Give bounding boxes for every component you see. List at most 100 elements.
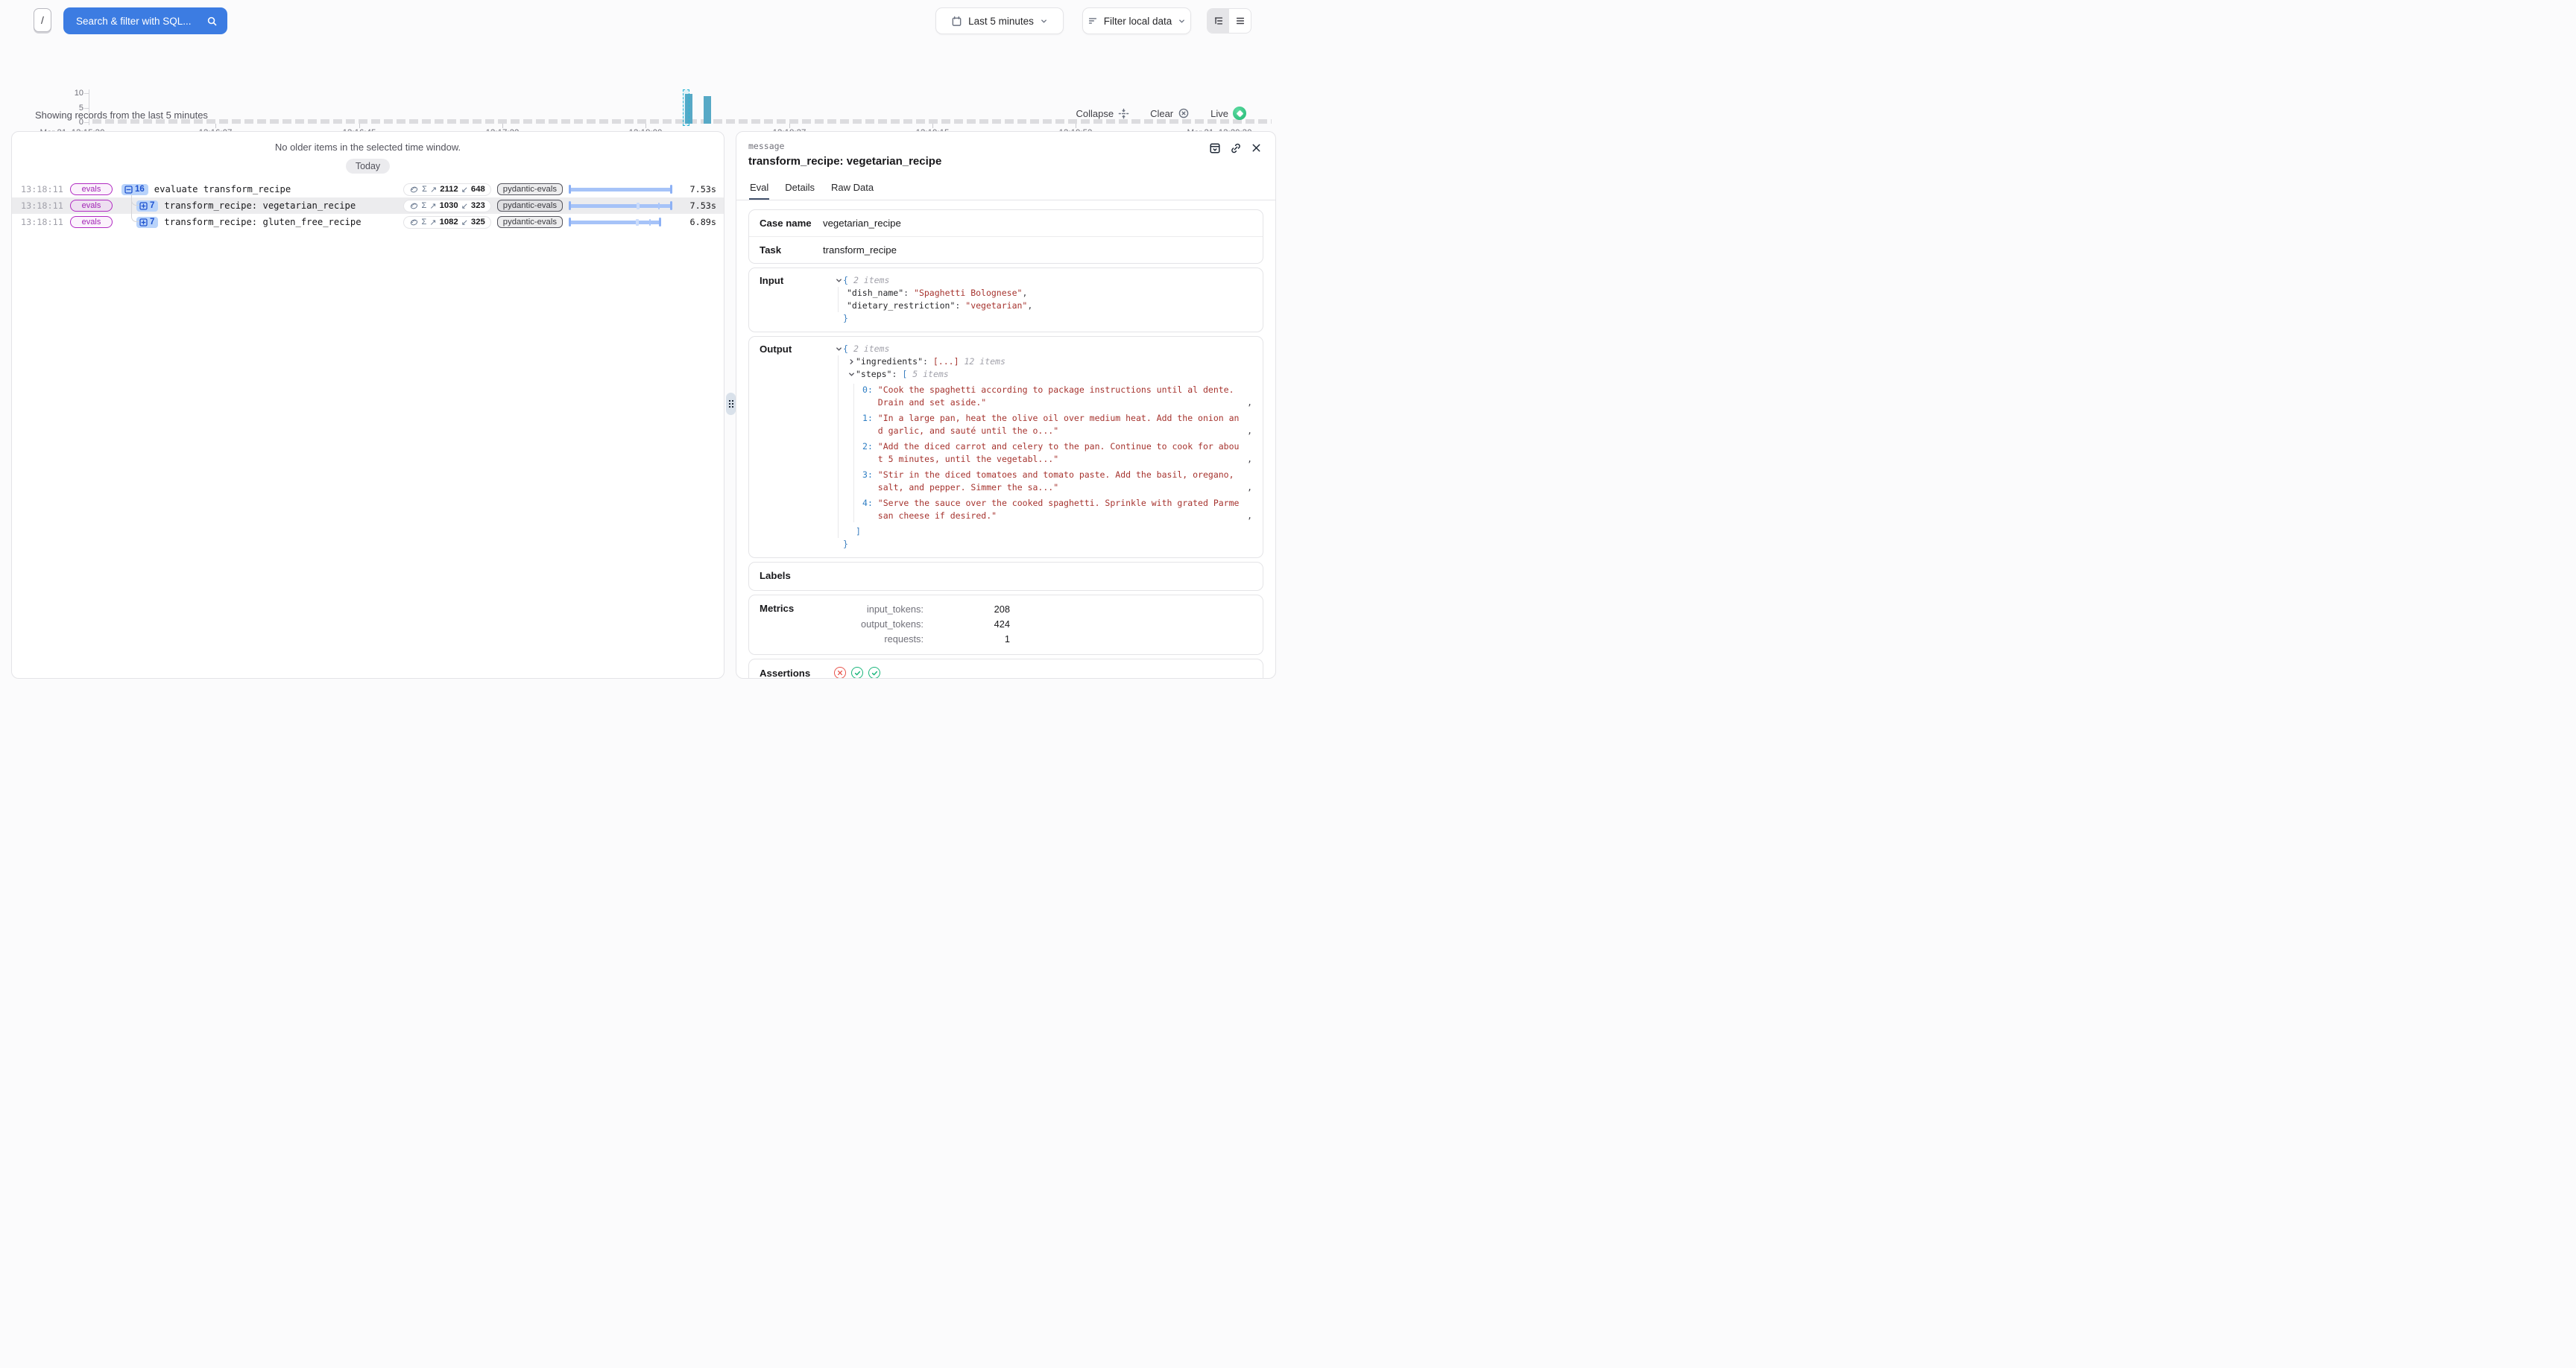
x-axis-stub	[215, 124, 216, 128]
panel-resize-handle[interactable]	[726, 393, 736, 415]
span-name: transform_recipe: vegetarian_recipe	[164, 200, 356, 211]
json-sep: :	[868, 440, 878, 453]
trace-row-evaluate-transform-recipe[interactable]: 13:18:11 evals 16 evaluate transform_rec…	[12, 181, 724, 197]
json-comma: ,	[1240, 396, 1252, 409]
json-comma: ,	[1240, 510, 1252, 522]
histogram-bar-2[interactable]	[704, 96, 711, 124]
assertion-fail-icon[interactable]	[834, 667, 846, 679]
time-range-label: Last 5 minutes	[968, 16, 1034, 27]
assertions-label: Assertions	[760, 668, 829, 679]
close-icon[interactable]	[1251, 142, 1262, 154]
json-value: "Add the diced carrot and celery to the …	[878, 440, 1240, 466]
time-range-dropdown[interactable]: Last 5 minutes	[935, 7, 1064, 34]
token-usage-pill: Σ ↗ 1082 ↙ 325	[403, 216, 491, 229]
json-items-note: 12 items	[965, 355, 1006, 368]
output-arrow-icon: ↙	[461, 185, 468, 194]
clear-button[interactable]: Clear	[1150, 107, 1190, 119]
collapse-label: Collapse	[1076, 108, 1114, 119]
search-shortcut-keycap: /	[34, 8, 51, 32]
plus-square-icon	[139, 218, 148, 227]
output-arrow-icon: ↙	[461, 201, 468, 211]
span-name: evaluate transform_recipe	[154, 184, 291, 194]
json-sep: :	[868, 412, 878, 425]
json-close-brace: }	[843, 538, 848, 551]
json-value: "Serve the sauce over the cooked spaghet…	[878, 497, 1240, 522]
collapse-button[interactable]: Collapse	[1076, 108, 1129, 119]
input-arrow-icon: ↗	[429, 201, 436, 211]
collapse-span-chip[interactable]: 16	[121, 184, 148, 195]
tree-view-button[interactable]	[1208, 9, 1229, 33]
input-tokens: 1030	[440, 201, 458, 210]
json-value: "Spaghetti Bolognese"	[914, 287, 1022, 300]
labels-card: Labels	[748, 562, 1263, 591]
metrics-label: Metrics	[760, 602, 834, 647]
sigma-icon: Σ	[422, 218, 427, 227]
input-card: Input { 2 items "dish_name": "Spaghetti …	[748, 267, 1263, 332]
records-histogram[interactable]: 10 5 0 Mar 31. 13:15:30 13:16:07 13:16:4…	[0, 42, 1288, 100]
case-info-card: Case name vegetarian_recipe Task transfo…	[748, 209, 1263, 264]
metric-value: 1	[924, 632, 1010, 647]
token-usage-pill: Σ ↗ 2112 ↙ 648	[403, 183, 491, 196]
showing-records-text: Showing records from the last 5 minutes	[35, 110, 208, 121]
filter-local-data-dropdown[interactable]: Filter local data	[1082, 7, 1191, 34]
trace-row-gluten-free-recipe[interactable]: 13:18:11 evals 7 transform_recipe: glute…	[12, 214, 724, 230]
json-key: "dish_name"	[847, 287, 903, 300]
json-open-brace: {	[843, 343, 848, 355]
json-open-brace: {	[843, 274, 848, 287]
assertion-pass-icon[interactable]	[851, 667, 863, 679]
json-value: "Cook the spaghetti according to package…	[878, 384, 1240, 409]
duration-text: 6.89s	[679, 217, 716, 227]
json-close-brace: }	[843, 312, 848, 325]
metric-value: 424	[924, 617, 1010, 632]
filter-label: Filter local data	[1104, 16, 1172, 27]
list-view-button[interactable]	[1229, 9, 1251, 33]
metric-value: 208	[924, 602, 1010, 617]
tab-details[interactable]: Details	[784, 179, 815, 200]
open-in-drawer-icon[interactable]	[1209, 142, 1221, 154]
date-chip: Today	[346, 159, 390, 174]
json-open-bracket: [	[902, 368, 907, 381]
live-label: Live	[1210, 108, 1228, 119]
caret-down-icon[interactable]	[834, 277, 843, 284]
search-input[interactable]: Search & filter with SQL...	[63, 7, 227, 34]
expand-span-chip[interactable]: 7	[136, 217, 158, 228]
tab-eval[interactable]: Eval	[749, 179, 769, 200]
json-index: 2	[862, 440, 868, 453]
json-value: "vegetarian"	[965, 300, 1027, 312]
metric-name: output_tokens:	[834, 617, 924, 632]
metric-row: input_tokens: 208	[834, 602, 1010, 617]
tree-view-icon	[1213, 16, 1224, 26]
live-toggle[interactable]: Live	[1210, 107, 1246, 120]
json-index: 4	[862, 497, 868, 510]
copy-link-icon[interactable]	[1230, 142, 1242, 154]
scope-tag: pydantic-evals	[497, 200, 563, 212]
coin-icon	[409, 185, 419, 194]
json-comma: ,	[1240, 425, 1252, 437]
caret-right-icon[interactable]	[847, 358, 856, 365]
tab-raw-data[interactable]: Raw Data	[830, 179, 874, 200]
circle-x-icon	[1178, 107, 1190, 119]
caret-down-icon[interactable]	[834, 346, 843, 352]
detail-title: transform_recipe: vegetarian_recipe	[748, 155, 1263, 168]
input-arrow-icon: ↗	[430, 185, 437, 194]
input-json: { 2 items "dish_name": "Spaghetti Bologn…	[834, 274, 1252, 325]
caret-down-icon[interactable]	[847, 371, 856, 378]
output-arrow-icon: ↙	[461, 218, 468, 227]
trace-row-vegetarian-recipe[interactable]: 13:18:11 evals 7 transform_recipe: veget…	[12, 197, 724, 214]
clear-label: Clear	[1150, 108, 1173, 119]
metrics-card: Metrics input_tokens: 208 output_tokens:…	[748, 595, 1263, 655]
json-key: "dietary_restriction"	[847, 300, 955, 312]
input-arrow-icon: ↗	[429, 218, 436, 227]
json-comma: ,	[1240, 481, 1252, 494]
json-close-bracket: ]	[856, 525, 861, 538]
assertion-pass-icon[interactable]	[868, 667, 880, 679]
expand-span-chip[interactable]: 7	[136, 200, 158, 212]
json-value: "In a large pan, heat the olive oil over…	[878, 412, 1240, 437]
view-mode-toggle	[1207, 8, 1251, 34]
sigma-icon: Σ	[422, 201, 427, 210]
labels-label: Labels	[760, 570, 791, 581]
json-sep: :	[891, 368, 902, 381]
json-index: 1	[862, 412, 868, 425]
x-axis-stub	[932, 124, 933, 128]
json-collapsed-array[interactable]: [...]	[933, 355, 959, 368]
